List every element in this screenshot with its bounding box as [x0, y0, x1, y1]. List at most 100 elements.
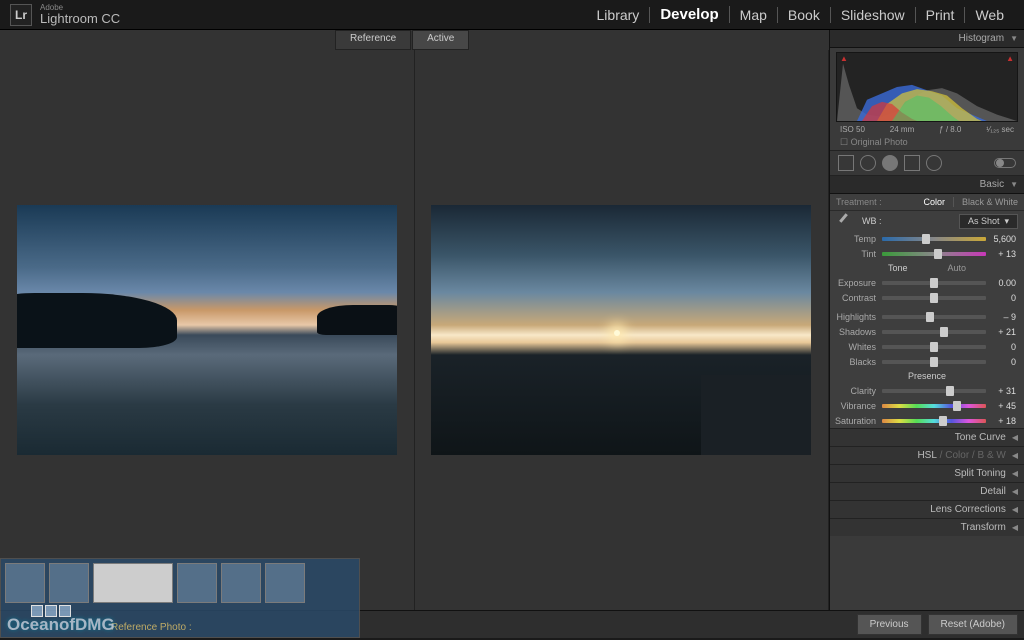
shadows-value[interactable]: + 21: [986, 327, 1016, 337]
detail-header[interactable]: Detail◀: [830, 482, 1024, 500]
module-develop[interactable]: Develop: [650, 6, 729, 23]
temp-slider[interactable]: [882, 237, 986, 241]
crop-tool-icon[interactable]: [838, 155, 854, 171]
filmstrip-thumb[interactable]: [93, 563, 173, 603]
active-image: [431, 205, 811, 455]
basic-panel: Treatment : Color Black & White WB : As …: [830, 194, 1024, 428]
exif-aperture: ƒ / 8.0: [939, 125, 961, 134]
chevron-down-icon: ▼: [1010, 180, 1018, 189]
bottom-bar: Reference Photo : OceanofDMG Previous Re…: [0, 610, 1024, 638]
spot-tool-icon[interactable]: [860, 155, 876, 171]
split-toning-header[interactable]: Split Toning◀: [830, 464, 1024, 482]
whites-value[interactable]: 0: [986, 342, 1016, 352]
highlights-slider[interactable]: [882, 315, 986, 319]
filmstrip-thumb[interactable]: [265, 563, 305, 603]
reference-view[interactable]: [0, 50, 415, 610]
tab-reference[interactable]: Reference: [335, 30, 411, 50]
exif-iso: ISO 50: [840, 125, 865, 134]
exposure-slider[interactable]: [882, 281, 986, 285]
exif-focal: 24 mm: [890, 125, 914, 134]
contrast-slider[interactable]: [882, 296, 986, 300]
original-photo-toggle[interactable]: Original Photo: [830, 135, 1024, 151]
reset-button[interactable]: Reset (Adobe): [928, 614, 1018, 635]
white-balance-picker-icon[interactable]: [836, 213, 854, 229]
gradient-tool-icon[interactable]: [904, 155, 920, 171]
right-panel: Histogram▼ ISO 50 24 mm ƒ / 8.0 ¹⁄₁₂₅ se…: [829, 30, 1024, 610]
wb-label: WB :: [862, 216, 882, 226]
watermark: OceanofDMG: [7, 615, 115, 635]
clarity-slider[interactable]: [882, 389, 986, 393]
module-web[interactable]: Web: [965, 7, 1014, 23]
blacks-label: Blacks: [834, 357, 882, 367]
blacks-value[interactable]: 0: [986, 357, 1016, 367]
hsl-header[interactable]: HSL / Color / B & W◀: [830, 446, 1024, 464]
chevron-left-icon: ◀: [1012, 433, 1018, 442]
exposure-label: Exposure: [834, 278, 882, 288]
module-book[interactable]: Book: [778, 7, 831, 23]
vibrance-value[interactable]: + 45: [986, 401, 1016, 411]
filmstrip-thumb[interactable]: [221, 563, 261, 603]
module-picker: Library Develop Map Book Slideshow Print…: [587, 6, 1014, 23]
contrast-value[interactable]: 0: [986, 293, 1016, 303]
chevron-left-icon: ◀: [1012, 487, 1018, 496]
radial-tool-icon[interactable]: [926, 155, 942, 171]
tone-curve-header[interactable]: Tone Curve◀: [830, 428, 1024, 446]
module-slideshow[interactable]: Slideshow: [831, 7, 916, 23]
filmstrip-thumb[interactable]: [5, 563, 45, 603]
tint-slider[interactable]: [882, 252, 986, 256]
clarity-value[interactable]: + 31: [986, 386, 1016, 396]
saturation-slider[interactable]: [882, 419, 986, 423]
whites-label: Whites: [834, 342, 882, 352]
module-library[interactable]: Library: [587, 7, 651, 23]
contrast-label: Contrast: [834, 293, 882, 303]
top-bar: Lr Adobe Lightroom CC Library Develop Ma…: [0, 0, 1024, 30]
chevron-left-icon: ◀: [1012, 523, 1018, 532]
vibrance-label: Vibrance: [834, 401, 882, 411]
auto-button[interactable]: Auto: [948, 263, 967, 273]
histogram[interactable]: [836, 52, 1018, 122]
reference-image: [17, 205, 397, 455]
exposure-value[interactable]: 0.00: [986, 278, 1016, 288]
vibrance-slider[interactable]: [882, 404, 986, 408]
treatment-bw[interactable]: Black & White: [953, 197, 1018, 207]
clarity-label: Clarity: [834, 386, 882, 396]
brand-name: Lightroom CC: [40, 12, 120, 25]
filmstrip-thumb[interactable]: [177, 563, 217, 603]
brand: Adobe Lightroom CC: [40, 4, 120, 25]
app-logo: Lr: [10, 4, 32, 26]
histogram-header[interactable]: Histogram▼: [830, 30, 1024, 48]
center-viewer: Reference Active: [0, 30, 829, 610]
whites-slider[interactable]: [882, 345, 986, 349]
wb-select[interactable]: As Shot ▾: [959, 214, 1018, 229]
previous-button[interactable]: Previous: [857, 614, 922, 635]
exif-shutter: ¹⁄₁₂₅ sec: [986, 125, 1014, 134]
saturation-label: Saturation: [834, 416, 882, 426]
lens-corrections-header[interactable]: Lens Corrections◀: [830, 500, 1024, 518]
chevron-left-icon: ◀: [1012, 469, 1018, 478]
treatment-color[interactable]: Color: [923, 197, 945, 207]
highlights-value[interactable]: – 9: [986, 312, 1016, 322]
redeye-tool-icon[interactable]: [882, 155, 898, 171]
saturation-value[interactable]: + 18: [986, 416, 1016, 426]
transform-header[interactable]: Transform◀: [830, 518, 1024, 536]
highlights-label: Highlights: [834, 312, 882, 322]
shadows-label: Shadows: [834, 327, 882, 337]
basic-header[interactable]: Basic▼: [830, 176, 1024, 194]
treatment-label: Treatment :: [836, 197, 882, 207]
chevron-left-icon: ◀: [1012, 505, 1018, 514]
module-map[interactable]: Map: [730, 7, 778, 23]
presence-label: Presence: [908, 371, 946, 381]
chevron-down-icon: ▼: [1010, 34, 1018, 43]
active-view[interactable]: [415, 50, 830, 610]
filmstrip-thumb[interactable]: [49, 563, 89, 603]
shadows-slider[interactable]: [882, 330, 986, 334]
module-print[interactable]: Print: [916, 7, 966, 23]
temp-value[interactable]: 5,600: [986, 234, 1016, 244]
panel-switch[interactable]: [994, 158, 1016, 168]
tab-active[interactable]: Active: [412, 30, 469, 50]
blacks-slider[interactable]: [882, 360, 986, 364]
tone-label: Tone: [888, 263, 908, 273]
reference-photo-label: Reference Photo :: [111, 622, 192, 633]
tint-value[interactable]: + 13: [986, 249, 1016, 259]
tint-label: Tint: [834, 249, 882, 259]
